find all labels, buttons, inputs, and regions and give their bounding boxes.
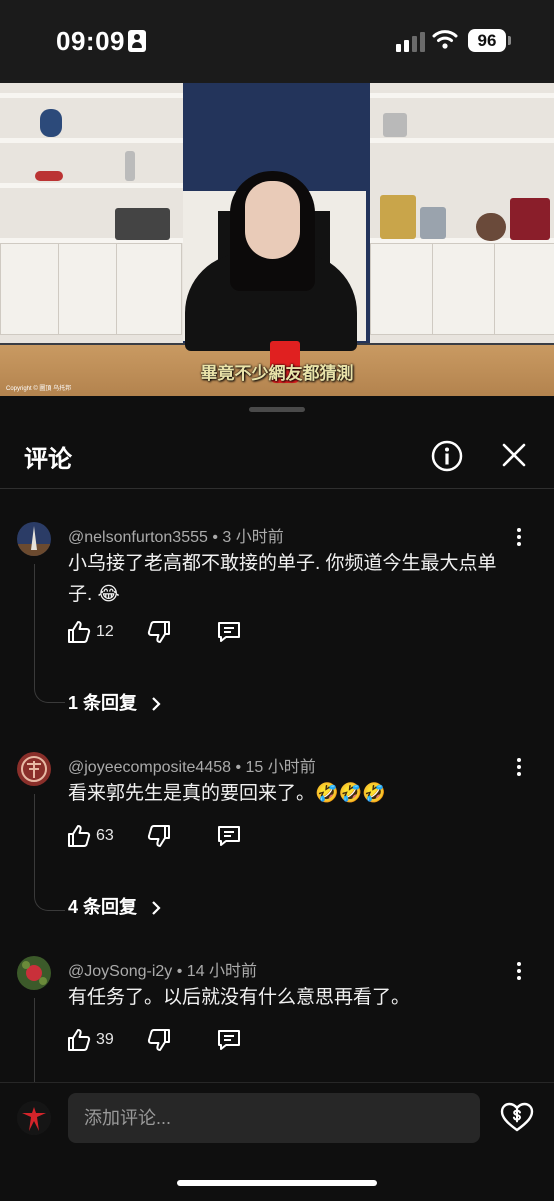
status-bar: 09:09 96 (0, 0, 554, 83)
like-count: 63 (96, 827, 114, 844)
reply-button[interactable] (216, 619, 242, 650)
dislike-button[interactable] (146, 1027, 172, 1058)
video-subtitle: 畢竟不少網友都猜測 (200, 364, 354, 383)
wifi-icon (432, 30, 458, 49)
header-divider (0, 488, 554, 489)
comment-text: 有任务了。以后就没有什么意思再看了。 (68, 987, 411, 1008)
reply-button[interactable] (216, 823, 242, 854)
replies-label: 1 条回复 (68, 693, 138, 713)
home-indicator[interactable] (177, 1180, 377, 1186)
presenter (175, 171, 365, 351)
avatar[interactable] (17, 752, 51, 786)
thumbs-up-icon (68, 825, 91, 847)
thumbs-up-icon (68, 621, 91, 643)
comment-reply-icon (218, 826, 240, 846)
comments-sheet: 评论 @nelsonfurton3555 • 3 小时前 小乌接了老高都不敢接的… (0, 396, 554, 1200)
comment-reply-icon (218, 622, 240, 642)
battery-level: 96 (468, 29, 506, 52)
comment-author[interactable]: @JoySong-i2y (68, 963, 172, 980)
info-icon[interactable] (431, 440, 463, 472)
comment-text: 看来郭先生是真的要回来了。🤣🤣🤣 (68, 783, 386, 804)
comment-reply-icon (218, 1030, 240, 1050)
avatar[interactable] (17, 522, 51, 556)
more-options-icon[interactable] (512, 962, 526, 986)
comment-meta: @joyeecomposite4458 • 15 小时前 (68, 759, 316, 776)
comment-author[interactable]: @joyeecomposite4458 (68, 759, 231, 776)
dislike-button[interactable] (146, 619, 172, 650)
view-replies-button[interactable]: 4 条回复 (68, 893, 162, 919)
reply-button[interactable] (216, 1027, 242, 1058)
battery-tip-icon (508, 36, 511, 45)
replies-label: 4 条回复 (68, 897, 138, 917)
chevron-right-icon (152, 901, 161, 916)
like-count: 39 (96, 1031, 114, 1048)
video-player[interactable]: 畢竟不少網友都猜測 Copyright © 圖頂 乌托邦 (0, 83, 554, 396)
drag-handle[interactable] (249, 407, 305, 412)
comment-time: 3 小时前 (222, 529, 284, 546)
super-thanks-icon[interactable] (500, 1101, 534, 1133)
my-avatar[interactable] (17, 1101, 51, 1135)
chevron-right-icon (152, 697, 161, 712)
comments-title: 评论 (24, 446, 72, 473)
like-button[interactable]: 63 (66, 823, 114, 854)
view-replies-button[interactable]: 1 条回复 (68, 689, 162, 715)
like-button[interactable]: 12 (66, 619, 114, 650)
close-icon[interactable] (501, 442, 527, 468)
thumbs-down-icon (147, 1029, 170, 1051)
more-options-icon[interactable] (512, 528, 526, 552)
cellular-signal-icon (396, 30, 426, 52)
thumbs-down-icon (147, 621, 170, 643)
status-time: 09:09 (56, 26, 125, 56)
like-button[interactable]: 39 (66, 1027, 114, 1058)
comment-meta: @JoySong-i2y • 14 小时前 (68, 963, 258, 980)
comment-time: 14 小时前 (186, 963, 258, 980)
thumbs-up-icon (68, 1029, 91, 1051)
comment-time: 15 小时前 (245, 759, 316, 776)
dislike-button[interactable] (146, 823, 172, 854)
more-options-icon[interactable] (512, 758, 526, 782)
comment-text: 小乌接了老高都不敢接的单子. 你频道今生最大点单子. 😂 (68, 553, 497, 605)
add-comment-input[interactable] (68, 1093, 480, 1143)
comment-meta: @nelsonfurton3555 • 3 小时前 (68, 529, 284, 546)
comment-author[interactable]: @nelsonfurton3555 (68, 529, 208, 546)
thumbs-down-icon (147, 825, 170, 847)
video-copyright: Copyright © 圖頂 乌托邦 (6, 386, 72, 392)
contact-card-icon (128, 30, 146, 52)
like-count: 12 (96, 623, 114, 640)
avatar[interactable] (17, 956, 51, 990)
